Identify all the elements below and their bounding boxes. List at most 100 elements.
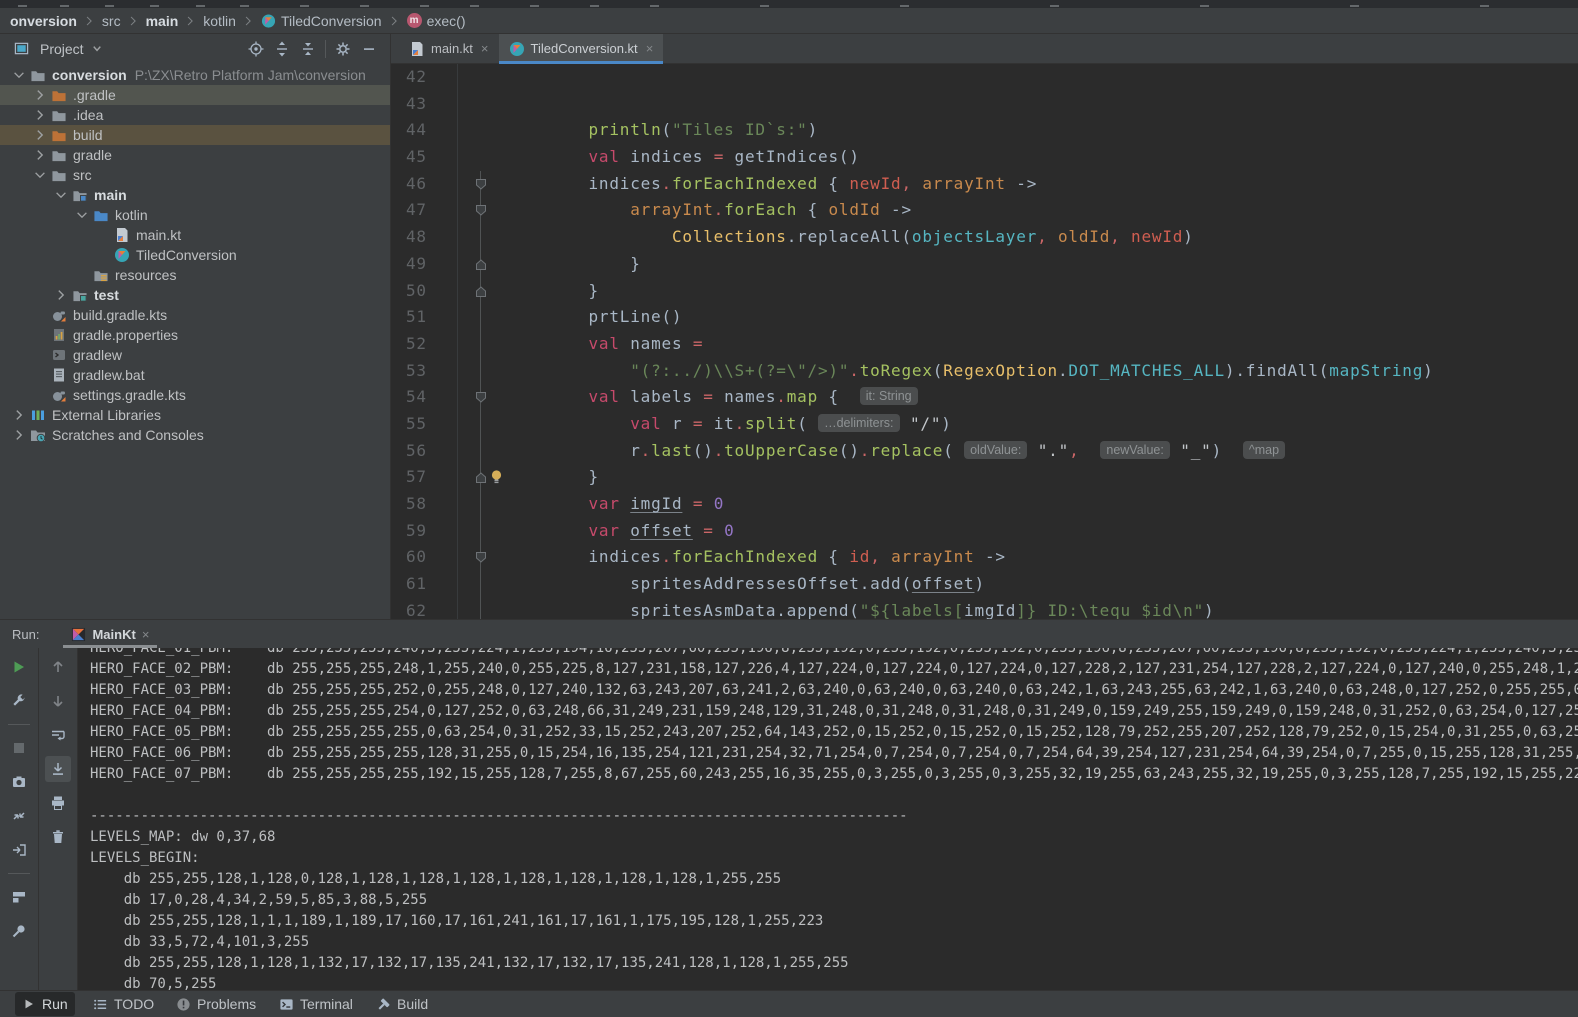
line-number: 53 [391,358,458,385]
toolwindow-button-build[interactable]: Build [369,992,435,1016]
chevron-down-icon[interactable] [90,41,105,56]
rerun-play-icon[interactable] [6,654,32,680]
tree-item-tiledconversion[interactable]: TiledConversion [0,245,390,265]
fold-collapse-icon[interactable] [475,391,487,404]
chevron-right-icon[interactable] [31,128,49,142]
stop-icon[interactable] [6,735,32,761]
layout-icon[interactable] [6,884,32,910]
chevron-right-icon[interactable] [52,288,70,302]
tree-item-build[interactable]: build [0,125,390,145]
close-icon[interactable]: × [646,41,654,56]
run-console[interactable]: HERO_FACE_01_PBM: db 255,255,255,240,3,2… [78,648,1578,990]
breadcrumb-item-main[interactable]: main [142,13,183,29]
scroll-end-icon[interactable] [45,756,71,782]
fold-expand-icon[interactable] [475,285,487,298]
trash-icon[interactable] [45,824,71,850]
restart-icon[interactable] [6,803,32,829]
chevron-down-icon[interactable] [52,188,70,202]
camera-icon[interactable] [6,769,32,795]
chevron-down-icon[interactable] [73,208,91,222]
chevron-right-icon[interactable] [10,408,28,422]
toolwindow-button-terminal[interactable]: Terminal [272,992,360,1016]
tree-item-main[interactable]: main [0,185,390,205]
expand-all-icon[interactable] [269,38,295,60]
breadcrumb-item-exec[interactable]: mexec() [403,13,470,29]
printer-icon[interactable] [45,790,71,816]
wrench-icon[interactable] [6,688,32,714]
tree-item--gradle[interactable]: .gradle [0,85,390,105]
intention-bulb-icon[interactable] [490,469,503,485]
breadcrumb-item-tiledconversion[interactable]: TiledConversion [257,13,386,29]
fold-collapse-icon[interactable] [475,204,487,217]
code-line-58: 58 var imgId = 0 [391,491,1578,518]
console-line: HERO_FACE_05_PBM: db 255,255,255,255,0,6… [90,722,1578,743]
locate-icon[interactable] [243,38,269,60]
tree-item-label: main.kt [136,227,181,243]
fold-expand-icon[interactable] [475,471,487,484]
tree-item-label: .idea [73,107,103,123]
close-icon[interactable]: × [142,627,150,642]
code-editor[interactable]: 424344 println("Tiles ID`s:")45 val indi… [391,64,1578,619]
project-tool-window: Project conversionP:\ZX\Retro Platform J… [0,34,391,619]
tree-item-main-kt[interactable]: main.kt [0,225,390,245]
code-line-54: 54 val labels = names.map { it: String [391,384,1578,411]
folder-test-icon [70,288,90,303]
toolwindow-button-problems[interactable]: Problems [169,992,263,1016]
chevron-right-icon[interactable] [31,108,49,122]
line-number: 61 [391,571,458,598]
folder-gray-icon [49,108,69,123]
chevron-down-icon[interactable] [10,68,28,82]
fold-collapse-icon[interactable] [475,178,487,191]
line-number: 45 [391,144,458,171]
breadcrumb-item-onversion[interactable]: onversion [6,13,81,29]
minimize-icon[interactable] [356,38,382,60]
tree-item-conversion[interactable]: conversionP:\ZX\Retro Platform Jam\conve… [0,65,390,85]
chevron-right-icon[interactable] [31,88,49,102]
tree-item-external-libraries[interactable]: External Libraries [0,405,390,425]
tree-item-src[interactable]: src [0,165,390,185]
close-icon[interactable]: × [481,41,489,56]
breadcrumb-item-src[interactable]: src [98,13,125,29]
tree-item-gradle[interactable]: gradle [0,145,390,165]
chevron-right-icon[interactable] [31,148,49,162]
arrow-up-icon[interactable] [45,654,71,680]
exit-icon[interactable] [6,837,32,863]
tree-item-resources[interactable]: resources [0,265,390,285]
tree-item-gradlew-bat[interactable]: gradlew.bat [0,365,390,385]
tree-item-test[interactable]: test [0,285,390,305]
project-tool-icon [8,38,34,60]
editor-tab-tiledconversion-kt[interactable]: TiledConversion.kt× [499,34,664,63]
tree-item-gradlew[interactable]: gradlew [0,345,390,365]
fold-collapse-icon[interactable] [475,551,487,564]
breadcrumb: onversion src main kotlin TiledConversion mex… [0,8,1578,34]
code-line-48: 48 Collections.replaceAll(objectsLayer, … [391,224,1578,251]
tree-item-kotlin[interactable]: kotlin [0,205,390,225]
console-line: HERO_FACE_02_PBM: db 255,255,255,248,1,2… [90,659,1578,680]
toolwindow-button-todo[interactable]: TODO [86,992,161,1016]
tree-item--idea[interactable]: .idea [0,105,390,125]
gear-icon[interactable] [330,38,356,60]
fold-expand-icon[interactable] [475,258,487,271]
code-line-57: 57 } [391,464,1578,491]
run-tab-mainkt[interactable]: MainKt × [63,620,157,648]
collapse-all-icon[interactable] [295,38,321,60]
tree-item-build-gradle-kts[interactable]: build.gradle.kts [0,305,390,325]
code-line-49: 49 } [391,251,1578,278]
tree-item-gradle-properties[interactable]: gradle.properties [0,325,390,345]
code-line-42: 42 [391,64,1578,91]
run-arrow [22,997,36,1011]
tree-item-scratches-and-consoles[interactable]: Scratches and Consoles [0,425,390,445]
arrow-down-icon[interactable] [45,688,71,714]
folder-main-icon [70,188,90,203]
pin-icon[interactable] [6,918,32,944]
breadcrumb-item-kotlin[interactable]: kotlin [199,13,240,29]
toolwindow-button-run[interactable]: Run [15,992,75,1016]
code-line-46: 46 indices.forEachIndexed { newId, array… [391,171,1578,198]
line-number: 50 [391,278,458,305]
chevron-down-icon[interactable] [31,168,49,182]
soft-wrap-icon[interactable] [45,722,71,748]
chevron-right-icon[interactable] [10,428,28,442]
project-title[interactable]: Project [40,41,84,57]
editor-tab-main-kt[interactable]: main.kt× [399,34,499,63]
tree-item-settings-gradle-kts[interactable]: settings.gradle.kts [0,385,390,405]
